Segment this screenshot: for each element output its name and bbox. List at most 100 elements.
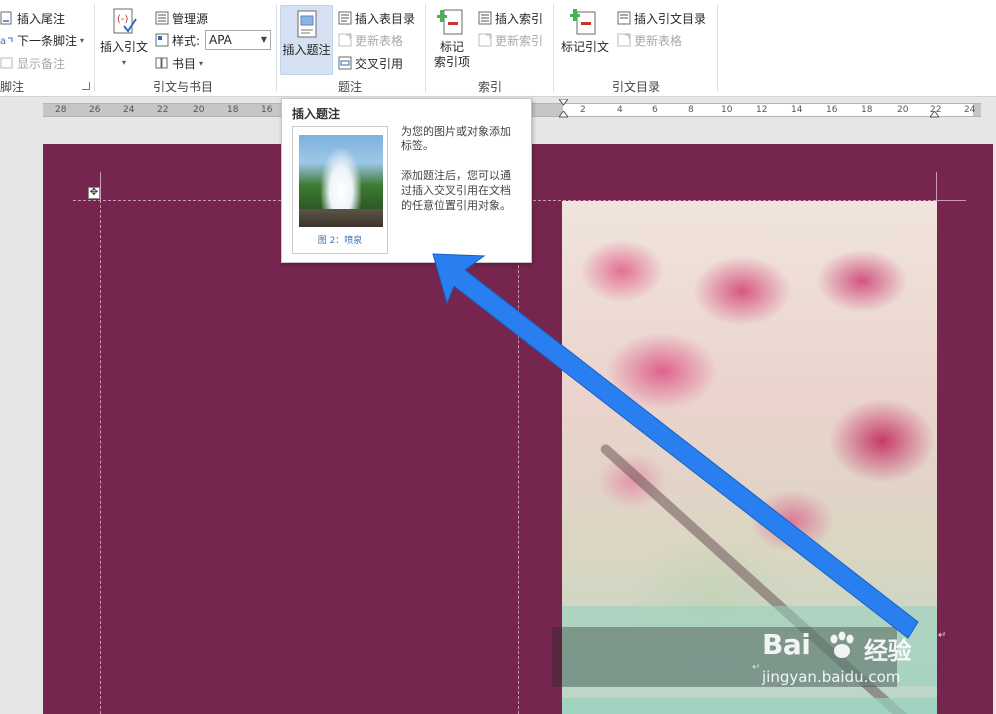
show-notes-button[interactable]: 显示备注 (0, 53, 65, 73)
fountain-spray (321, 149, 361, 209)
group-label-captions: 题注 (338, 80, 363, 94)
insert-citation-button[interactable]: (-) 插入引文 ▾ (98, 6, 150, 70)
crop-mark (936, 200, 964, 201)
cross-reference-button[interactable]: 交叉引用 (338, 53, 403, 73)
style-label-row: 样式: (155, 30, 200, 50)
ruler-number: 24 (964, 105, 976, 115)
group-separator (276, 4, 277, 92)
ribbon-references-tab: 插入尾注 a 下一条脚注 ▾ 显示备注 脚注 (-) 插入引文 ▾ 管理源 样式… (0, 0, 996, 97)
baidu-watermark: Bai 经验 jingyan.baidu.com (752, 628, 952, 708)
update-table-icon (338, 33, 352, 47)
bibliography-icon (155, 56, 169, 70)
update-table-icon (617, 33, 631, 47)
insert-caption-label: 插入题注 (282, 43, 331, 57)
cross-reference-icon (338, 56, 352, 70)
ruler-number: 24 (123, 105, 135, 115)
citation-style-select[interactable]: APA ▼ (205, 30, 271, 50)
group-separator (94, 4, 95, 92)
ruler-text-area (563, 104, 973, 116)
manage-sources-button[interactable]: 管理源 (155, 8, 208, 28)
ruler-number: 20 (193, 105, 205, 115)
tooltip-description: 添加题注后，您可以通 (401, 169, 511, 182)
ruler-number: 12 (756, 105, 768, 115)
dialog-launcher-icon[interactable] (82, 82, 90, 90)
ruler-number: 16 (261, 105, 273, 115)
mark-citation-label: 标记引文 (560, 40, 609, 54)
ruler-number: 22 (157, 105, 169, 115)
fountain-image (299, 135, 383, 227)
group-label-citations: 引文与书目 (153, 80, 214, 94)
ruler-number: 26 (89, 105, 101, 115)
insert-table-of-authorities-label: 插入引文目录 (634, 11, 707, 26)
insert-caption-button[interactable]: 插入题注 (280, 5, 333, 75)
insert-index-button[interactable]: 插入索引 (478, 8, 543, 28)
manage-sources-icon (155, 11, 169, 25)
insert-table-of-figures-label: 插入表目录 (355, 11, 416, 26)
chevron-down-icon: ▾ (199, 58, 204, 68)
first-line-indent-marker[interactable] (559, 99, 568, 107)
manage-sources-label: 管理源 (172, 11, 209, 26)
update-index-button[interactable]: 更新索引 (478, 30, 543, 50)
next-footnote-button[interactable]: a 下一条脚注 ▾ (0, 30, 84, 50)
chevron-down-icon: ▼ (260, 35, 267, 44)
mark-entry-label-line1: 标记 (439, 40, 464, 54)
mark-citation-icon (569, 6, 601, 38)
tooltip-title: 插入题注 (292, 107, 341, 121)
mark-entry-label-line2: 索引项 (433, 55, 470, 69)
word-window: 插入尾注 a 下一条脚注 ▾ 显示备注 脚注 (-) 插入引文 ▾ 管理源 样式… (0, 0, 996, 714)
column-guide (518, 200, 519, 714)
ruler-number: 4 (617, 105, 623, 115)
tooltip-preview-caption: 图 2：喷泉 (317, 236, 363, 246)
insert-index-label: 插入索引 (495, 11, 544, 26)
update-table-button[interactable]: 更新表格 (338, 30, 403, 50)
update-authorities-table-label: 更新表格 (634, 33, 683, 48)
insert-table-of-figures-button[interactable]: 插入表目录 (338, 8, 415, 28)
update-authorities-table-button[interactable]: 更新表格 (617, 30, 682, 50)
style-label: 样式: (172, 33, 201, 48)
table-move-handle-icon[interactable]: ✥ (88, 187, 100, 199)
tooltip-preview: 图 2：喷泉 (292, 126, 388, 254)
ruler-number: 14 (791, 105, 803, 115)
next-footnote-icon: a (0, 33, 14, 47)
table-of-figures-icon (338, 11, 352, 25)
group-separator (425, 4, 426, 92)
watermark-url: jingyan.baidu.com (762, 668, 901, 686)
hanging-indent-marker[interactable] (559, 111, 568, 119)
mark-entry-button[interactable]: 标记 索引项 (432, 6, 472, 70)
ruler-number: 10 (721, 105, 733, 115)
tooltip-description: 为您的图片或对象添加 (401, 125, 511, 138)
cross-reference-label: 交叉引用 (355, 56, 404, 71)
insert-endnote-label: 插入尾注 (17, 11, 66, 26)
mark-citation-button[interactable]: 标记引文 (560, 6, 610, 55)
insert-citation-icon: (-) (108, 6, 140, 38)
group-label-index: 索引 (478, 80, 503, 94)
crop-mark (100, 172, 101, 200)
ruler-number: 8 (688, 105, 694, 115)
ruler-number: 18 (227, 105, 239, 115)
insert-caption-icon (291, 9, 323, 41)
margin-guide (100, 200, 101, 714)
fountain-pool (299, 209, 383, 227)
tooltip-description: 的任意位置引用对象。 (401, 199, 511, 212)
crop-mark (936, 172, 937, 200)
citation-style-value: APA (209, 33, 232, 47)
ruler-number: 2 (580, 105, 586, 115)
watermark-brand-b: 经验 (864, 637, 912, 665)
style-icon (155, 33, 169, 47)
ruler-number: 16 (826, 105, 838, 115)
endnote-icon (0, 11, 14, 25)
insert-table-of-authorities-button[interactable]: 插入引文目录 (617, 8, 706, 28)
show-notes-icon (0, 56, 14, 70)
watermark-brand-a: Bai (762, 628, 811, 661)
group-label-footnotes: 脚注 (0, 80, 25, 94)
bibliography-button[interactable]: 书目 ▾ (155, 53, 203, 73)
chevron-down-icon: ▾ (80, 35, 85, 45)
bibliography-label: 书目 (172, 56, 197, 71)
group-label-authorities: 引文目录 (612, 80, 661, 94)
right-indent-marker[interactable] (930, 111, 939, 119)
insert-endnote-button[interactable]: 插入尾注 (0, 8, 65, 28)
insert-caption-tooltip: 插入题注 图 2：喷泉 为您的图片或对象添加 标签。 添加题注后，您可以通 过插… (281, 98, 532, 263)
paw-icon (830, 631, 854, 658)
group-separator (717, 4, 718, 92)
show-notes-label: 显示备注 (17, 56, 66, 71)
